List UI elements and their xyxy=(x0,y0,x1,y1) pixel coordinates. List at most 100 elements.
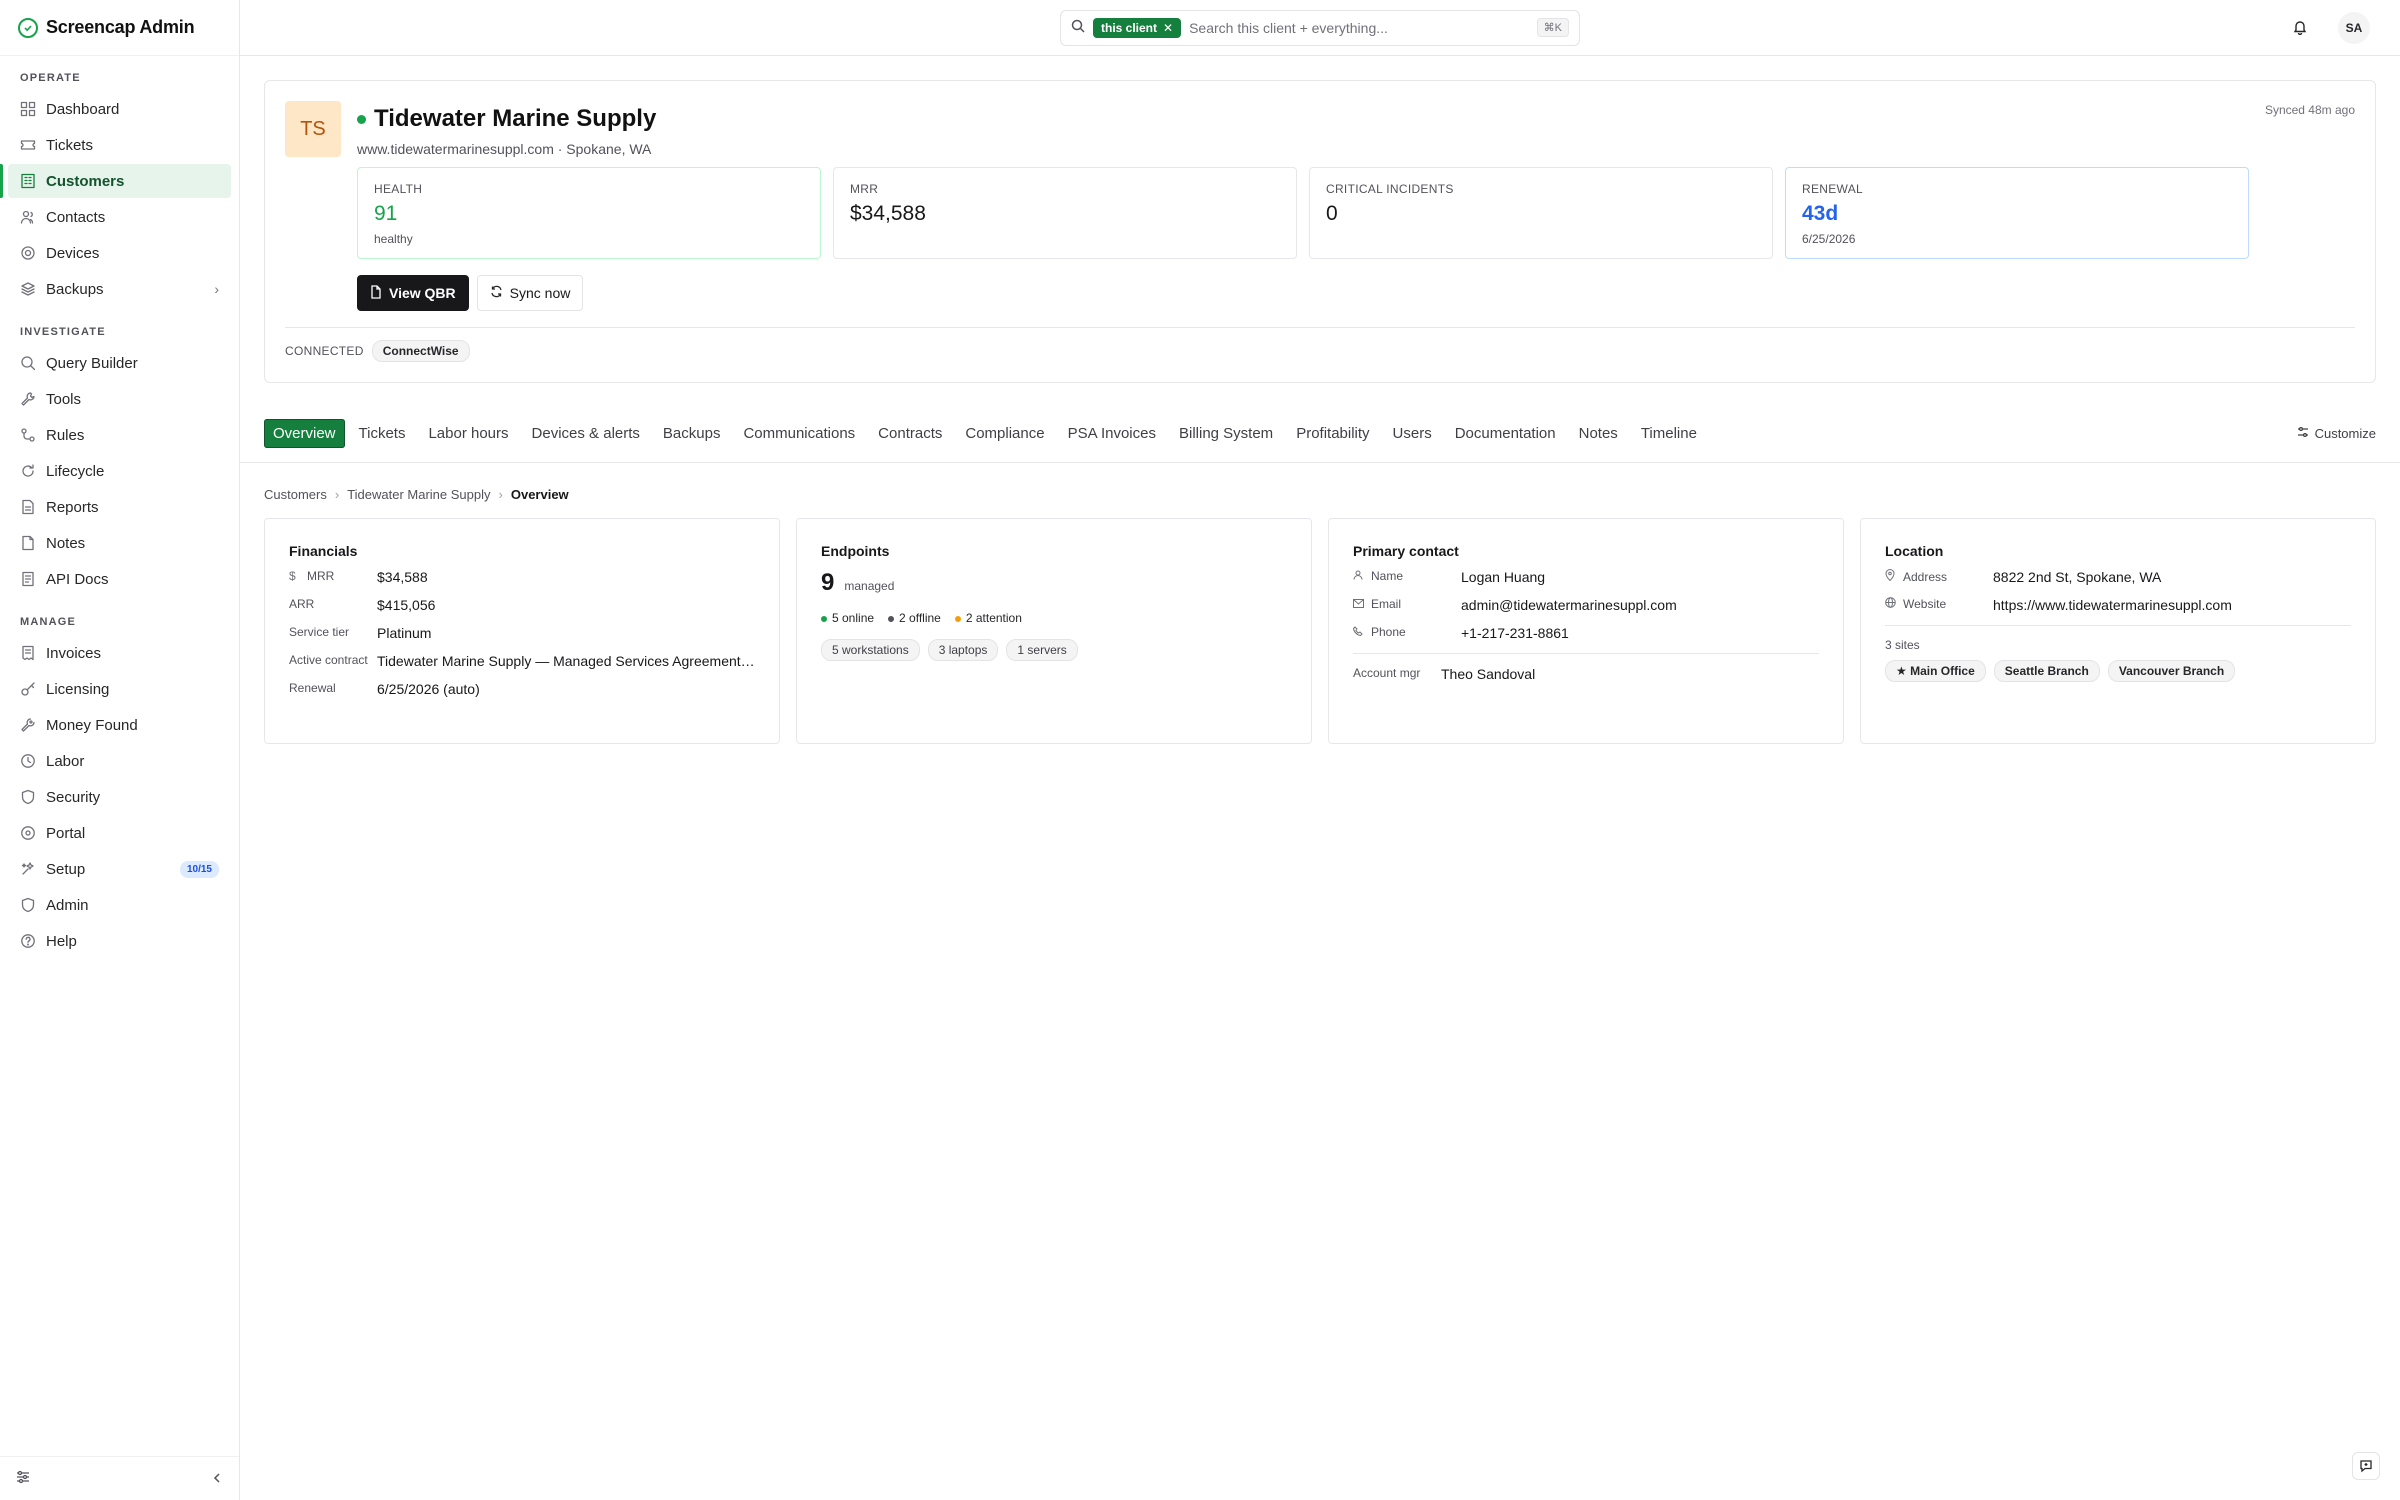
close-icon[interactable]: ✕ xyxy=(1163,21,1173,35)
sidebar-item-rules[interactable]: Rules xyxy=(8,418,231,452)
collapse-sidebar-icon[interactable] xyxy=(211,1471,223,1487)
device-type-tags: 5 workstations 3 laptops 1 servers xyxy=(821,639,1287,661)
site-tag[interactable]: ★ Main Office xyxy=(1885,660,1986,682)
sidebar-item-invoices[interactable]: Invoices xyxy=(8,636,231,670)
brand[interactable]: Screencap Admin xyxy=(0,0,239,56)
site-tag[interactable]: Seattle Branch xyxy=(1993,660,2100,682)
row-label: Active contract xyxy=(289,653,368,667)
sidebar-item-label: Lifecycle xyxy=(46,462,105,480)
tab-contracts[interactable]: Contracts xyxy=(869,419,951,448)
sidebar-item-label: Rules xyxy=(46,426,85,444)
location-row: Website https://www.tidewatermarinesuppl… xyxy=(1885,597,2351,613)
sidebar-footer xyxy=(0,1456,239,1500)
sidebar-item-notes[interactable]: Notes xyxy=(8,526,231,560)
sidebar-item-tools[interactable]: Tools xyxy=(8,382,231,416)
sidebar-item-help[interactable]: Help xyxy=(8,924,231,958)
sidebar-item-contacts[interactable]: Contacts xyxy=(8,200,231,234)
user-avatar[interactable]: SA xyxy=(2338,12,2370,44)
tab-communications[interactable]: Communications xyxy=(734,419,864,448)
sidebar: Screencap Admin OPERATE Dashboard Tickets C… xyxy=(0,0,240,1500)
tab-billing-system[interactable]: Billing System xyxy=(1170,419,1282,448)
sidebar-item-label: Labor xyxy=(46,752,85,770)
sidebar-item-devices[interactable]: Devices xyxy=(8,236,231,270)
sidebar-item-label: Contacts xyxy=(46,208,106,226)
address: 8822 2nd St, Spokane, WA xyxy=(1993,569,2162,585)
site-tag[interactable]: Vancouver Branch xyxy=(2107,660,2236,682)
progress-badge: 10/15 xyxy=(179,860,219,878)
contact-row: Account mgr Theo Sandoval xyxy=(1353,666,1819,682)
tab-psa-invoices[interactable]: PSA Invoices xyxy=(1059,419,1165,448)
tab-notes[interactable]: Notes xyxy=(1570,419,1627,448)
tab-users[interactable]: Users xyxy=(1384,419,1441,448)
device-tag[interactable]: 3 laptops xyxy=(927,639,999,661)
sidebar-item-admin[interactable]: Admin xyxy=(8,888,231,922)
tab-compliance[interactable]: Compliance xyxy=(956,419,1053,448)
contact-phone[interactable]: +1-217-231-8861 xyxy=(1461,625,1819,641)
view-qbr-button[interactable]: View QBR xyxy=(357,275,469,311)
tab-timeline[interactable]: Timeline xyxy=(1632,419,1706,448)
tab-documentation[interactable]: Documentation xyxy=(1446,419,1565,448)
breadcrumb-customers[interactable]: Customers xyxy=(264,487,327,502)
sidebar-item-portal[interactable]: Portal xyxy=(8,816,231,850)
tab-backups[interactable]: Backups xyxy=(654,419,730,448)
sidebar-item-query-builder[interactable]: Query Builder xyxy=(8,346,231,380)
sidebar-item-dashboard[interactable]: Dashboard xyxy=(8,92,231,126)
sidebar-item-security[interactable]: Security xyxy=(8,780,231,814)
client-subtitle: www.tidewatermarinesuppl.com · Spokane, … xyxy=(357,141,652,157)
tab-overview[interactable]: Overview xyxy=(264,419,345,448)
device-tag[interactable]: 1 servers xyxy=(1006,639,1078,661)
contact-row: Name Logan Huang xyxy=(1353,569,1819,585)
sidebar-item-lifecycle[interactable]: Lifecycle xyxy=(8,454,231,488)
website[interactable]: https://www.tidewatermarinesuppl.com xyxy=(1993,597,2351,613)
sidebar-item-label: Help xyxy=(46,932,77,950)
invoice-icon xyxy=(20,645,36,661)
search-input[interactable]: Search this client + everything... xyxy=(1189,20,1529,36)
row-label: Service tier xyxy=(289,625,350,639)
row-value: $34,588 xyxy=(377,569,428,585)
view-qbr-label: View QBR xyxy=(389,285,456,301)
sidebar-item-reports[interactable]: Reports xyxy=(8,490,231,524)
portal-icon xyxy=(20,825,36,841)
metric-value: $34,588 xyxy=(850,202,926,225)
breadcrumb-client[interactable]: Tidewater Marine Supply xyxy=(347,487,490,502)
map-pin-icon xyxy=(1885,569,1897,585)
tab-devices-alerts[interactable]: Devices & alerts xyxy=(523,419,649,448)
shortcut-hint: ⌘K xyxy=(1536,18,1569,37)
sidebar-item-customers[interactable]: Customers xyxy=(0,164,231,198)
sidebar-item-label: Setup xyxy=(46,860,86,878)
primary-contact-card: Primary contact Name Logan Huang Email a… xyxy=(1328,518,1844,744)
sidebar-item-api-docs[interactable]: API Docs xyxy=(8,562,231,596)
sidebar-item-label: Tickets xyxy=(46,136,93,154)
metric-mrr: MRR $34,588 xyxy=(833,167,1297,259)
tab-tickets[interactable]: Tickets xyxy=(350,419,415,448)
sidebar-item-licensing[interactable]: Licensing xyxy=(8,672,231,706)
search-scope-chip[interactable]: this client ✕ xyxy=(1093,17,1182,38)
device-tag[interactable]: 5 workstations xyxy=(821,639,920,661)
globe-icon xyxy=(1885,597,1897,612)
sidebar-item-labor[interactable]: Labor xyxy=(8,744,231,778)
chat-feedback-icon[interactable] xyxy=(2352,1452,2380,1480)
sidebar-item-backups[interactable]: Backups › xyxy=(8,272,231,306)
wrench-icon xyxy=(20,391,36,407)
refresh-icon xyxy=(490,285,503,301)
client-header-card: Synced 48m ago TS Tidewater Marine Suppl… xyxy=(264,80,2376,383)
sidebar-item-money-found[interactable]: Money Found xyxy=(8,708,231,742)
sidebar-item-tickets[interactable]: Tickets xyxy=(8,128,231,162)
settings-sliders-icon[interactable] xyxy=(16,1470,30,1487)
bell-icon[interactable] xyxy=(2292,19,2308,38)
tab-labor-hours[interactable]: Labor hours xyxy=(419,419,517,448)
sync-now-button[interactable]: Sync now xyxy=(476,275,584,311)
endpoints-card: Endpoints 9 managed 5 online 2 offline 2… xyxy=(796,518,1312,744)
row-value[interactable]: Tidewater Marine Supply — Managed Servic… xyxy=(377,653,755,669)
customize-tabs-button[interactable]: Customize xyxy=(2297,426,2376,441)
client-name: Tidewater Marine Supply xyxy=(374,105,657,132)
chevron-right-icon[interactable]: › xyxy=(214,281,219,297)
financials-title: Financials xyxy=(289,543,358,559)
contacts-icon xyxy=(20,209,36,225)
tab-profitability[interactable]: Profitability xyxy=(1287,419,1378,448)
integration-pill[interactable]: ConnectWise xyxy=(371,340,470,362)
sidebar-item-setup[interactable]: Setup 10/15 xyxy=(8,852,231,886)
topbar: this client ✕ Search this client + every… xyxy=(240,0,2400,56)
contact-email[interactable]: admin@tidewatermarinesuppl.com xyxy=(1461,597,1819,613)
global-search[interactable]: this client ✕ Search this client + every… xyxy=(1060,9,1580,46)
